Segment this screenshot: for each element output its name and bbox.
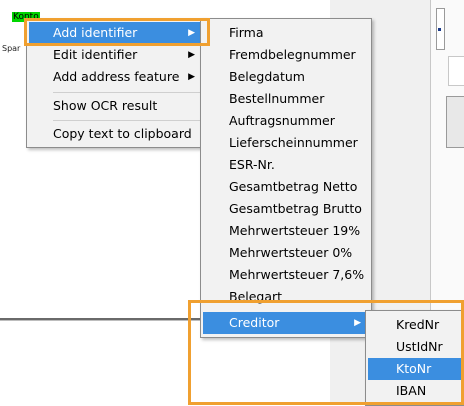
submenu-item-mwst-19[interactable]: Mehrwertsteuer 19%: [203, 220, 369, 242]
menu-separator: [53, 92, 201, 93]
submenu-item-gesamtbetrag-brutto[interactable]: Gesamtbetrag Brutto: [203, 198, 369, 220]
menu-item-label: KredNr: [396, 317, 440, 332]
menu-item-label: Bestellnummer: [229, 91, 325, 106]
document-text-fragment: Spar: [2, 44, 21, 53]
submenu-item-mwst-0[interactable]: Mehrwertsteuer 0%: [203, 242, 369, 264]
submenu-item-bestellnummer[interactable]: Bestellnummer: [203, 88, 369, 110]
menu-item-label: Creditor: [229, 315, 280, 330]
menu-item-label: Belegdatum: [229, 69, 305, 84]
creditor-submenu: KredNr UstIdNr KtoNr IBAN: [365, 310, 464, 406]
submenu-arrow-icon: ▶: [188, 72, 195, 82]
submenu-arrow-icon: ▶: [188, 28, 195, 38]
menu-item-label: Show OCR result: [53, 98, 158, 113]
menu-item-label: IBAN: [396, 383, 427, 398]
menu-item-label: KtoNr: [396, 361, 432, 376]
submenu-item-iban[interactable]: IBAN: [368, 380, 462, 402]
identifier-submenu: Firma Fremdbelegnummer Belegdatum Bestel…: [200, 18, 372, 338]
menu-item-label: Mehrwertsteuer 19%: [229, 223, 361, 238]
right-panel-box: [448, 56, 464, 86]
menu-item-copy-text[interactable]: Copy text to clipboard: [29, 123, 203, 145]
submenu-item-lieferscheinnummer[interactable]: Lieferscheinnummer: [203, 132, 369, 154]
submenu-arrow-icon: ▶: [188, 50, 195, 60]
menu-item-label: Gesamtbetrag Brutto: [229, 201, 362, 216]
scroll-indicator-icon: [438, 28, 441, 31]
submenu-arrow-icon: ▶: [354, 318, 361, 328]
menu-item-edit-identifier[interactable]: Edit identifier ▶: [29, 44, 203, 66]
menu-item-label: Edit identifier: [53, 47, 138, 62]
menu-item-label: Fremdbelegnummer: [229, 47, 356, 62]
submenu-item-fremdbelegnummer[interactable]: Fremdbelegnummer: [203, 44, 369, 66]
menu-item-label: Add address feature: [53, 69, 180, 84]
menu-item-label: Add identifier: [53, 25, 138, 40]
context-menu: Add identifier ▶ Edit identifier ▶ Add a…: [26, 18, 206, 148]
submenu-item-creditor[interactable]: Creditor ▶: [203, 312, 369, 334]
submenu-item-ustidnr[interactable]: UstIdNr: [368, 336, 462, 358]
menu-item-label: Copy text to clipboard: [53, 126, 192, 141]
submenu-item-belegart[interactable]: Belegart: [203, 286, 369, 308]
menu-item-add-identifier[interactable]: Add identifier ▶: [29, 22, 203, 44]
menu-item-label: Firma: [229, 25, 264, 40]
menu-item-label: ESR-Nr.: [229, 157, 275, 172]
right-panel-button[interactable]: [446, 96, 464, 148]
menu-item-add-address-feature[interactable]: Add address feature ▶: [29, 66, 203, 88]
menu-separator: [53, 120, 201, 121]
submenu-item-auftragsnummer[interactable]: Auftragsnummer: [203, 110, 369, 132]
menu-item-label: Mehrwertsteuer 7,6%: [229, 267, 365, 282]
menu-item-label: Gesamtbetrag Netto: [229, 179, 358, 194]
submenu-item-firma[interactable]: Firma: [203, 22, 369, 44]
submenu-item-gesamtbetrag-netto[interactable]: Gesamtbetrag Netto: [203, 176, 369, 198]
menu-item-label: Mehrwertsteuer 0%: [229, 245, 353, 260]
menu-item-label: UstIdNr: [396, 339, 443, 354]
menu-item-label: Lieferscheinnummer: [229, 135, 358, 150]
menu-item-label: Belegart: [229, 289, 283, 304]
submenu-item-krednr[interactable]: KredNr: [368, 314, 462, 336]
submenu-item-esr-nr[interactable]: ESR-Nr.: [203, 154, 369, 176]
menu-item-show-ocr-result[interactable]: Show OCR result: [29, 95, 203, 117]
submenu-item-ktonr[interactable]: KtoNr: [368, 358, 462, 380]
submenu-item-belegdatum[interactable]: Belegdatum: [203, 66, 369, 88]
menu-item-label: Auftragsnummer: [229, 113, 335, 128]
submenu-item-mwst-7-6[interactable]: Mehrwertsteuer 7,6%: [203, 264, 369, 286]
